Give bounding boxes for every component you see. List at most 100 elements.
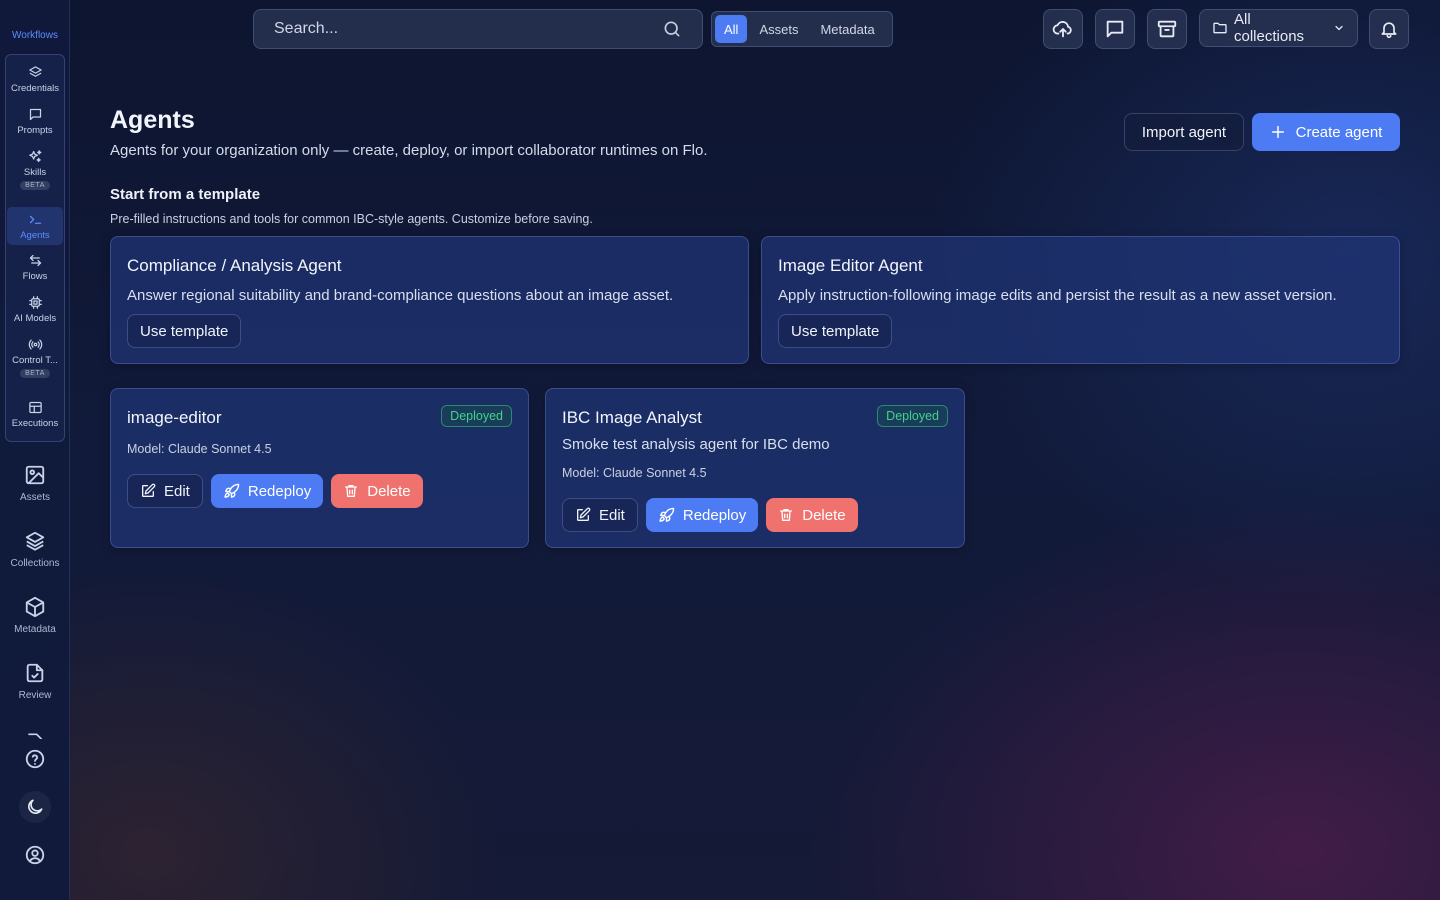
sidebar-item-assets[interactable]: Assets xyxy=(0,464,70,503)
search-filter-segmented: All Assets Metadata xyxy=(711,11,893,47)
template-description: Apply instruction-following image edits … xyxy=(778,287,1337,304)
radio-icon xyxy=(28,337,43,352)
agent-card-image-editor: image-editor Deployed Model: Claude Sonn… xyxy=(110,388,529,548)
template-card-compliance: Compliance / Analysis Agent Answer regio… xyxy=(110,236,749,364)
sidebar-item-skills[interactable]: Skills BETA xyxy=(7,149,63,197)
sidebar-item-review[interactable]: Review xyxy=(0,662,70,701)
message-square-icon xyxy=(28,107,43,122)
template-title: Image Editor Agent xyxy=(778,256,923,275)
search-bar[interactable] xyxy=(253,9,703,49)
layers-icon xyxy=(24,530,46,552)
agent-actions: Edit Redeploy Delete xyxy=(562,498,858,532)
sidebar-item-label: Metadata xyxy=(14,624,56,635)
redeploy-label: Redeploy xyxy=(247,482,312,500)
rocket-icon xyxy=(658,507,675,524)
sidebar-item-control-tower[interactable]: Control T... BETA xyxy=(7,337,63,385)
templates-title: Start from a template xyxy=(110,186,261,203)
edit-icon xyxy=(575,507,591,523)
delete-button[interactable]: Delete xyxy=(766,498,858,532)
template-card-image-editor: Image Editor Agent Apply instruction-fol… xyxy=(761,236,1400,364)
image-icon xyxy=(24,464,46,486)
status-badge: Deployed xyxy=(441,405,512,427)
sidebar-item-flows[interactable]: Flows xyxy=(7,253,63,287)
collections-dropdown[interactable]: All collections xyxy=(1199,9,1358,47)
page-subtitle: Agents for your organization only — crea… xyxy=(110,142,708,159)
profile-button[interactable] xyxy=(19,839,51,871)
template-title: Compliance / Analysis Agent xyxy=(127,256,342,275)
sidebar-item-label: Agents xyxy=(20,230,50,241)
agent-name: IBC Image Analyst xyxy=(562,408,702,427)
delete-button[interactable]: Delete xyxy=(331,474,423,508)
sidebar-item-metadata[interactable]: Metadata xyxy=(0,596,70,635)
bell-icon xyxy=(1379,19,1399,39)
delete-label: Delete xyxy=(802,506,846,524)
agent-description: Smoke test analysis agent for IBC demo xyxy=(562,436,830,453)
filter-all[interactable]: All xyxy=(715,15,748,43)
edit-label: Edit xyxy=(599,506,625,524)
beta-badge: BETA xyxy=(20,369,50,378)
sidebar-item-credentials[interactable]: Credentials xyxy=(7,65,63,99)
redeploy-label: Redeploy xyxy=(682,506,747,524)
message-square-icon xyxy=(1104,18,1126,40)
agent-name: image-editor xyxy=(127,408,222,427)
box-icon xyxy=(24,596,46,618)
notifications-button[interactable] xyxy=(1369,9,1409,49)
sidebar-item-label: Review xyxy=(18,690,52,701)
delete-label: Delete xyxy=(367,482,411,500)
sidebar-item-label: Collections xyxy=(10,558,60,569)
chevron-down-icon xyxy=(1333,22,1345,34)
help-icon xyxy=(24,748,46,770)
agent-actions: Edit Redeploy Delete xyxy=(127,474,423,508)
redeploy-button[interactable]: Redeploy xyxy=(645,498,759,532)
workflows-label: Workflows xyxy=(12,30,58,41)
agent-model: Model: Claude Sonnet 4.5 xyxy=(127,442,272,456)
sidebar-item-ai-models[interactable]: AI Models xyxy=(7,295,63,329)
archive-button[interactable] xyxy=(1147,9,1187,49)
use-template-button[interactable]: Use template xyxy=(778,314,893,348)
folder-icon xyxy=(1212,20,1228,36)
chat-button[interactable] xyxy=(1095,9,1135,49)
sidebar: Workflows Credentials Prompts Skills BET… xyxy=(0,0,70,900)
collections-label: All collections xyxy=(1234,11,1305,45)
sidebar-item-label: Credentials xyxy=(10,83,60,94)
theme-toggle-button[interactable] xyxy=(19,791,51,823)
sidebar-item-collections[interactable]: Collections xyxy=(0,530,70,569)
sidebar-item-label: Control T... xyxy=(12,355,58,366)
upload-button[interactable] xyxy=(1043,9,1083,49)
sidebar-item-label: Assets xyxy=(19,492,50,503)
sidebar-item-executions[interactable]: Executions xyxy=(7,400,63,434)
edit-button[interactable]: Edit xyxy=(562,498,638,532)
sidebar-item-label: Skills xyxy=(23,167,47,178)
cpu-icon xyxy=(28,295,43,310)
import-agent-button[interactable]: Import agent xyxy=(1124,113,1244,151)
layers-icon xyxy=(28,65,43,80)
help-button[interactable] xyxy=(19,743,51,775)
archive-icon xyxy=(1156,18,1178,40)
filter-assets[interactable]: Assets xyxy=(749,15,808,43)
status-badge: Deployed xyxy=(877,405,948,427)
use-template-button[interactable]: Use template xyxy=(127,314,242,348)
moon-icon xyxy=(25,797,45,817)
redeploy-button[interactable]: Redeploy xyxy=(210,474,324,508)
sidebar-item-prompts[interactable]: Prompts xyxy=(7,107,63,141)
rocket-icon xyxy=(223,483,240,500)
sidebar-item-agents[interactable]: Agents xyxy=(7,207,63,245)
templates-subtitle: Pre-filled instructions and tools for co… xyxy=(110,212,593,226)
page-title: Agents xyxy=(110,106,195,134)
trash-icon xyxy=(778,507,794,523)
search-icon[interactable] xyxy=(662,19,682,39)
file-check-icon xyxy=(24,662,46,684)
sidebar-item-label: Executions xyxy=(11,418,59,429)
create-agent-button[interactable]: Create agent xyxy=(1252,113,1400,151)
cloud-upload-icon xyxy=(1052,18,1074,40)
agent-card-ibc-image-analyst: IBC Image Analyst Deployed Smoke test an… xyxy=(545,388,965,548)
search-input[interactable] xyxy=(274,20,662,38)
plus-icon xyxy=(1270,124,1286,140)
edit-button[interactable]: Edit xyxy=(127,474,203,508)
table-icon xyxy=(28,400,43,415)
workflows-group: Credentials Prompts Skills BETA Agents F… xyxy=(5,54,65,442)
filter-metadata[interactable]: Metadata xyxy=(810,15,884,43)
edit-label: Edit xyxy=(164,482,190,500)
arrows-left-right-icon xyxy=(28,253,43,268)
sidebar-item-label: AI Models xyxy=(13,313,57,324)
